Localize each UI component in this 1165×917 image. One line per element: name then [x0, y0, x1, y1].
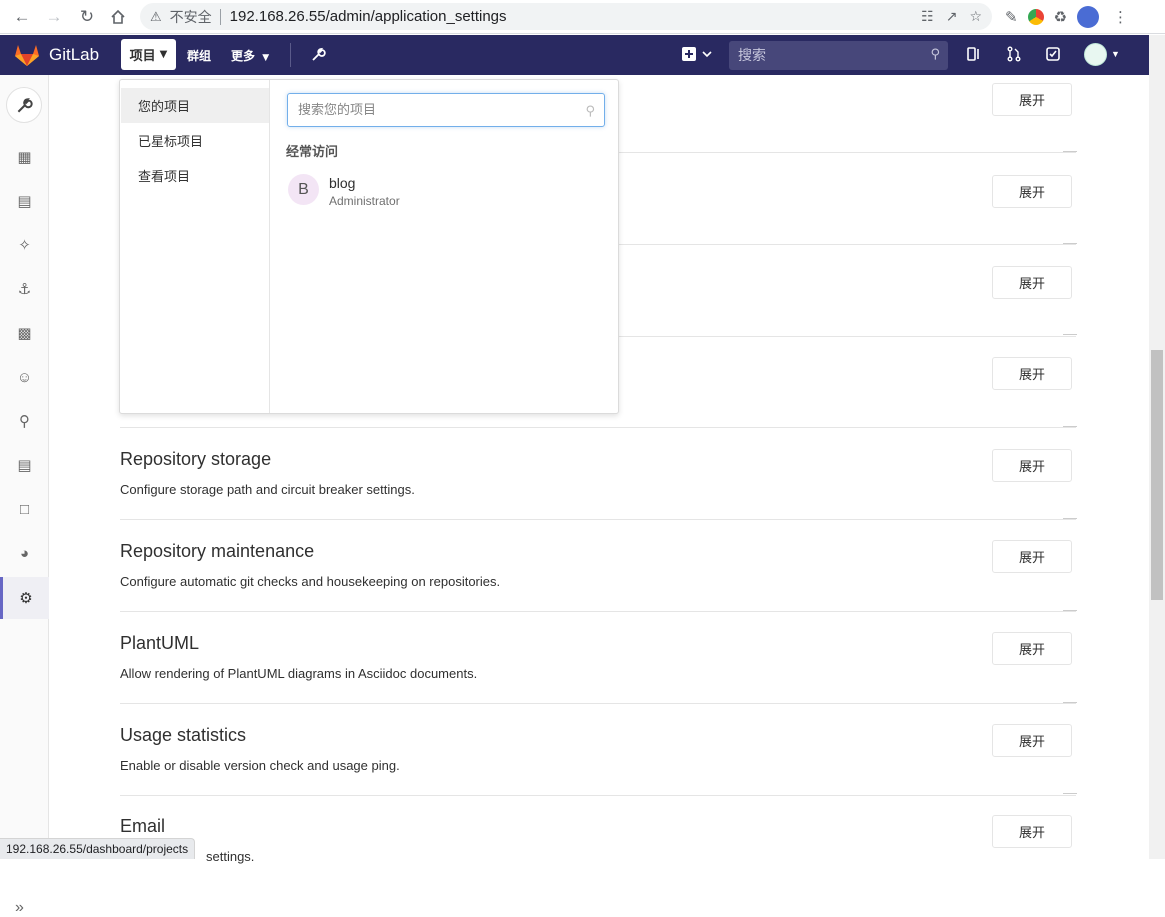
section-divider-mark [1063, 243, 1077, 244]
expand-button[interactable]: 展开 [992, 815, 1072, 848]
dropdown-search[interactable]: ⚲ [287, 93, 605, 127]
monitoring-icon[interactable]: ▤ [0, 183, 49, 219]
dropdown-your-projects[interactable]: 您的项目 [121, 88, 269, 123]
more-vert-icon[interactable]: ⋮ [1113, 8, 1128, 26]
overview-icon[interactable]: ▦ [0, 139, 49, 175]
profile-avatar-icon[interactable] [1077, 6, 1100, 28]
share-icon[interactable]: ↗ [946, 8, 958, 25]
project-avatar[interactable]: B [288, 174, 319, 205]
gitlab-logo-icon[interactable] [14, 43, 40, 67]
warning-icon[interactable]: ⚠ [150, 9, 162, 25]
brand-name[interactable]: GitLab [49, 45, 99, 65]
labels-icon[interactable]: ▤ [0, 447, 49, 483]
expand-button[interactable]: 展开 [992, 175, 1072, 208]
chevron-down-icon: ▼ [159, 49, 168, 60]
settings-section-repository-maintenance: Repository maintenance Configure automat… [120, 520, 1076, 612]
messages-broadcast-icon[interactable]: ✧ [0, 227, 49, 263]
section-title: Email [120, 816, 166, 836]
section-divider-mark [1063, 610, 1077, 611]
section-divider-mark [1063, 518, 1077, 519]
applications-icon[interactable]: ▩ [0, 315, 49, 351]
expand-button[interactable]: 展开 [992, 632, 1072, 665]
admin-sidebar: ▦ ▤ ✧ ⚓ ▩ ☺ ⚲ ▤ □ ◕ ⚙ » [0, 75, 49, 916]
settings-section-repository-storage: Repository storage Configure storage pat… [120, 428, 1076, 520]
section-divider-mark [1063, 702, 1077, 703]
system-hooks-icon[interactable]: ⚓ [0, 271, 49, 307]
expand-button[interactable]: 展开 [992, 540, 1072, 573]
section-divider-mark [1063, 151, 1077, 152]
section-description: Allow rendering of PlantUML diagrams in … [120, 666, 478, 681]
browser-toolbar: ← → ↻ ⚠ 不安全 192.168.26.55/admin/applicat… [0, 0, 1165, 34]
home-icon[interactable] [107, 6, 129, 28]
link-status-bar: 192.168.26.55/dashboard/projects [0, 838, 196, 859]
back-icon[interactable]: ← [11, 6, 33, 28]
projects-dropdown: 您的项目 已星标项目 查看项目 ⚲ 经常访问 B blog Administra… [119, 79, 619, 414]
section-title: Repository storage [120, 449, 272, 469]
section-title: Usage statistics [120, 725, 247, 745]
dropdown-starred-projects[interactable]: 已星标项目 [121, 123, 269, 158]
admin-area-wrench-icon[interactable] [6, 87, 42, 123]
projects-dropdown-nav: 您的项目 已星标项目 查看项目 [120, 80, 270, 413]
translate-icon[interactable]: ☷ [921, 8, 934, 25]
settings-gear-icon[interactable]: ⚙ [0, 577, 49, 619]
search-icon: ⚲ [585, 103, 595, 118]
url-text[interactable]: 192.168.26.55/admin/application_settings [230, 8, 507, 25]
user-avatar[interactable] [1084, 43, 1107, 66]
section-description: Configure automatic git checks and house… [120, 574, 501, 589]
section-title: Repository maintenance [120, 541, 315, 561]
expand-button[interactable]: 展开 [992, 357, 1072, 390]
section-divider-mark [1063, 793, 1077, 794]
scrollbar-thumb[interactable] [1151, 350, 1163, 600]
section-description: Configure storage path and circuit break… [120, 482, 415, 497]
dropdown-explore-projects[interactable]: 查看项目 [121, 158, 269, 193]
address-bar[interactable]: ⚠ 不安全 192.168.26.55/admin/application_se… [140, 3, 992, 30]
reload-icon[interactable]: ↻ [76, 6, 98, 28]
forward-icon[interactable]: → [43, 6, 65, 28]
section-description: Enable or disable version check and usag… [120, 758, 400, 773]
puzzle-icon[interactable]: ♻ [1054, 8, 1067, 26]
project-name[interactable]: blog [329, 175, 355, 191]
section-title: PlantUML [120, 633, 200, 653]
deploy-keys-icon[interactable]: ⚲ [0, 403, 49, 439]
project-search-input[interactable] [288, 94, 604, 126]
section-description: settings. [206, 849, 255, 864]
search-icon: ⚲ [930, 46, 940, 61]
section-divider-mark [1063, 334, 1077, 335]
license-icon[interactable]: □ [0, 491, 49, 527]
star-icon[interactable]: ☆ [969, 8, 982, 25]
abuse-reports-icon[interactable]: ☺ [0, 359, 49, 395]
chrome-extension-icon[interactable] [1027, 9, 1044, 25]
edit-icon[interactable]: ✎ [1005, 8, 1018, 26]
expand-button[interactable]: 展开 [992, 449, 1072, 482]
chevron-down-icon[interactable]: ▼ [1111, 49, 1120, 59]
expand-button[interactable]: 展开 [992, 266, 1072, 299]
section-divider-mark [1063, 426, 1077, 427]
insecure-label[interactable]: 不安全 [170, 7, 212, 27]
project-namespace[interactable]: Administrator [329, 194, 400, 208]
url-separator [219, 8, 221, 25]
appearance-icon[interactable]: ◕ [0, 535, 49, 571]
expand-button[interactable]: 展开 [992, 724, 1072, 757]
settings-section-plantuml: PlantUML Allow rendering of PlantUML dia… [120, 612, 1076, 704]
expand-button[interactable]: 展开 [992, 83, 1072, 116]
settings-section-email: Email settings. 展开 [120, 795, 1076, 887]
collapse-sidebar-icon[interactable]: » [15, 899, 24, 917]
settings-section-usage-statistics: Usage statistics Enable or disable versi… [120, 704, 1076, 796]
frequent-heading: 经常访问 [286, 145, 339, 160]
